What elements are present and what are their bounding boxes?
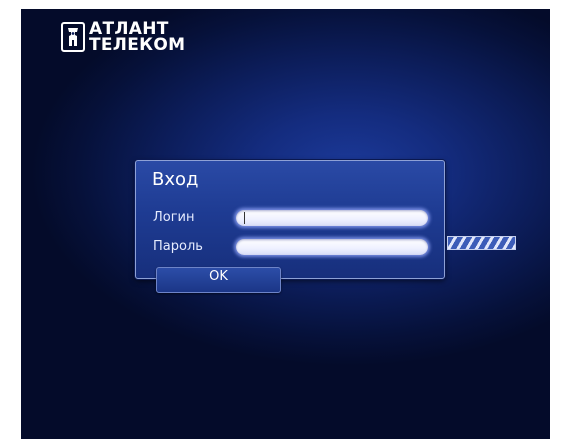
- logo-line-2: ТЕЛЕКОМ: [89, 35, 186, 55]
- tv-screen: АТЛАНТ ТЕЛЕКОМ Вход Логин Пароль OK: [21, 9, 550, 439]
- atlas-figure-icon: [61, 22, 85, 52]
- ok-button[interactable]: OK: [156, 267, 281, 293]
- password-input[interactable]: [236, 239, 428, 255]
- text-caret: [244, 212, 245, 224]
- login-dialog: Вход Логин Пароль OK: [135, 160, 445, 293]
- dialog-title: Вход: [152, 169, 199, 190]
- password-label: Пароль: [153, 239, 203, 254]
- loading-progress-bar: [447, 236, 516, 250]
- logo-wordmark: АТЛАНТ ТЕЛЕКОМ: [89, 21, 186, 55]
- atlant-telecom-logo: АТЛАНТ ТЕЛЕКОМ: [61, 21, 186, 55]
- login-input[interactable]: [236, 210, 428, 226]
- login-label: Логин: [153, 210, 195, 225]
